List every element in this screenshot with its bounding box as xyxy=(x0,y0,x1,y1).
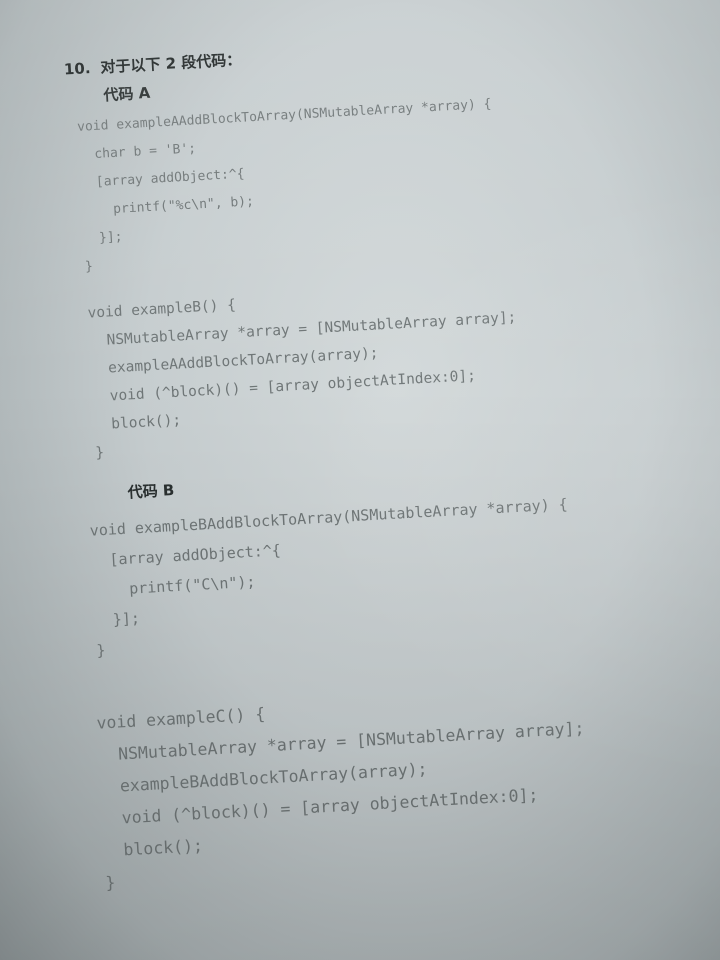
snippet-b-label: 代码 B xyxy=(127,481,175,502)
question-number: 10. xyxy=(63,59,92,79)
snippet-b-call-function: void exampleC() { NSMutableArray *array … xyxy=(96,681,593,900)
photo: 10. 对于以下 2 段代码： 代码 A void exampleAAddBloc… xyxy=(0,0,720,960)
snippet-a-call-function: void exampleB() { NSMutableArray *array … xyxy=(87,276,523,468)
snippet-a-add-function: void exampleAAddBlockToArray(NSMutableAr… xyxy=(76,91,500,282)
snippet-a-label: 代码 A xyxy=(102,83,151,105)
paper-sheet: 10. 对于以下 2 段代码： 代码 A void exampleAAddBloc… xyxy=(0,0,720,960)
question-prompt: 对于以下 2 段代码： xyxy=(100,50,242,77)
snippet-b-add-function: void exampleBAddBlockToArray(NSMutableAr… xyxy=(89,489,575,665)
question-heading: 10. 对于以下 2 段代码： xyxy=(63,49,241,80)
